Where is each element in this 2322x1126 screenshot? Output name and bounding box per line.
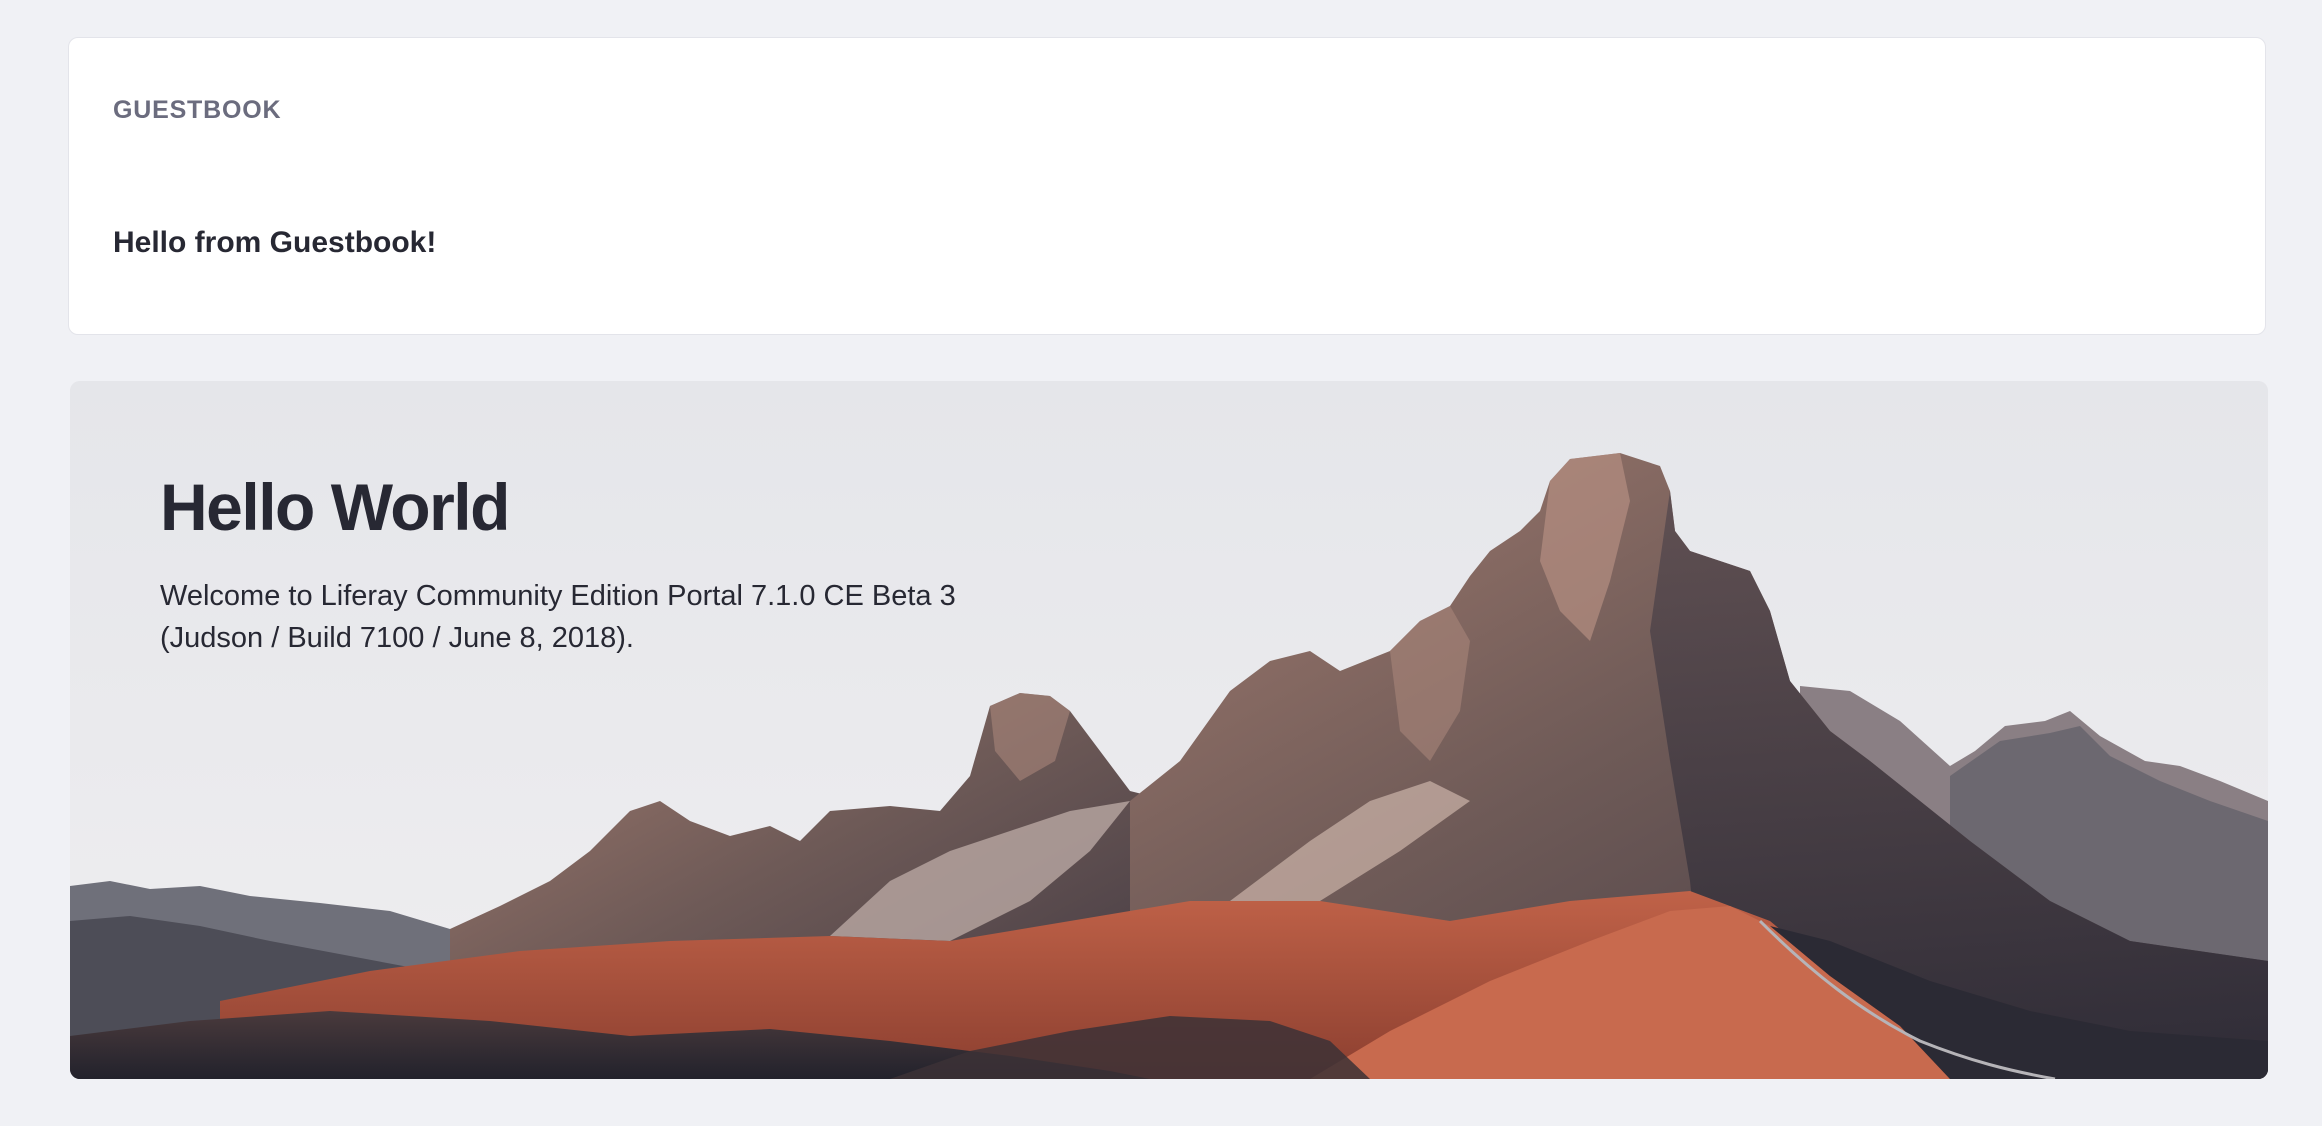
guestbook-message: Hello from Guestbook! [113, 226, 437, 259]
guestbook-portlet: GUESTBOOK Hello from Guestbook! [68, 37, 2266, 335]
hero-banner: Hello World Welcome to Liferay Community… [70, 381, 2268, 1079]
portlet-title: GUESTBOOK [113, 96, 282, 124]
hero-description: Welcome to Liferay Community Edition Por… [160, 580, 956, 654]
hero-title: Hello World [160, 470, 510, 544]
